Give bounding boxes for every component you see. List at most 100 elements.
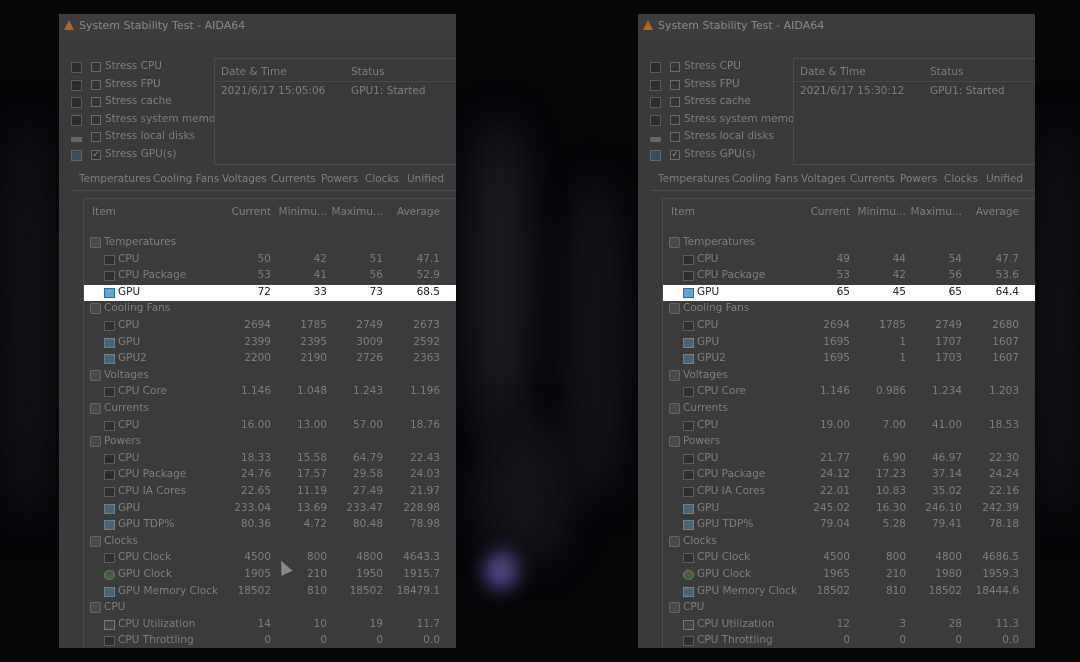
table-row[interactable]: GPU Clock 1905 210 1950 1915.7 bbox=[84, 567, 456, 584]
table-row[interactable]: CPU 19.00 7.00 41.00 18.53 bbox=[663, 418, 1035, 435]
stress-option[interactable]: ✓ Stress GPU(s) bbox=[71, 148, 216, 164]
table-row[interactable]: CPU Utilization 14 10 19 11.7 bbox=[84, 617, 456, 634]
table-row[interactable]: CPU IA Cores 22.01 10.83 35.02 22.16 bbox=[663, 484, 1035, 501]
stress-option[interactable]: Stress local disks bbox=[650, 130, 795, 146]
stress-option[interactable]: ✓ Stress GPU(s) bbox=[650, 148, 795, 164]
category-row[interactable]: Currents bbox=[663, 401, 1035, 418]
category-row[interactable]: CPU bbox=[663, 600, 1035, 617]
column-header-average[interactable]: Average bbox=[976, 206, 1019, 218]
column-header-maximum[interactable]: Maximu... bbox=[910, 206, 962, 218]
table-row[interactable]: CPU Core 1.146 0.986 1.234 1.203 bbox=[663, 384, 1035, 401]
table-row[interactable]: GPU 245.02 16.30 246.10 242.39 bbox=[663, 501, 1035, 518]
stress-option[interactable]: Stress system memory bbox=[650, 113, 805, 129]
tab-clocks[interactable]: Clocks bbox=[365, 173, 399, 185]
column-header-item[interactable]: Item bbox=[671, 206, 695, 218]
tab-voltages[interactable]: Voltages bbox=[801, 173, 846, 185]
category-row[interactable]: CPU bbox=[84, 600, 456, 617]
tab-powers[interactable]: Powers bbox=[321, 173, 358, 185]
table-row[interactable]: CPU 50 42 51 47.1 bbox=[84, 252, 456, 269]
checkbox[interactable] bbox=[670, 62, 680, 72]
category-row[interactable]: Temperatures bbox=[84, 235, 456, 252]
table-row[interactable]: CPU 2694 1785 2749 2680 bbox=[663, 318, 1035, 335]
table-row[interactable]: CPU Package 53 42 56 53.6 bbox=[663, 268, 1035, 285]
table-row[interactable]: CPU Throttling 0 0 0 0.0 bbox=[663, 633, 1035, 648]
category-row[interactable]: Voltages bbox=[663, 368, 1035, 385]
stress-option[interactable]: Stress local disks bbox=[71, 130, 216, 146]
table-row[interactable]: GPU2 1695 1 1703 1607 bbox=[663, 351, 1035, 368]
tab-clocks[interactable]: Clocks bbox=[944, 173, 978, 185]
tab-powers[interactable]: Powers bbox=[900, 173, 937, 185]
column-header-average[interactable]: Average bbox=[397, 206, 440, 218]
column-header-current[interactable]: Current bbox=[811, 206, 850, 218]
category-row[interactable]: Cooling Fans bbox=[84, 301, 456, 318]
table-row[interactable]: GPU 65 45 65 64.4 bbox=[663, 284, 1035, 302]
thermometer-icon bbox=[90, 237, 101, 248]
maximum-value: 73 bbox=[369, 285, 383, 298]
checkbox[interactable] bbox=[91, 79, 101, 90]
checkbox[interactable] bbox=[91, 97, 101, 107]
table-row[interactable]: CPU Utilization 12 3 28 11.3 bbox=[663, 617, 1035, 634]
checkbox[interactable]: ✓ bbox=[670, 149, 680, 160]
stress-option[interactable]: Stress cache bbox=[650, 95, 795, 111]
stress-option[interactable]: Stress FPU bbox=[71, 78, 216, 94]
table-row[interactable]: CPU Package 24.12 17.23 37.14 24.24 bbox=[663, 467, 1035, 484]
tab-temperatures[interactable]: Temperatures bbox=[79, 173, 151, 185]
checkbox[interactable] bbox=[670, 79, 680, 90]
checkbox[interactable] bbox=[91, 62, 101, 72]
tab-temperatures[interactable]: Temperatures bbox=[658, 173, 730, 185]
tab-cooling-fans[interactable]: Cooling Fans bbox=[153, 173, 219, 185]
stress-option[interactable]: Stress FPU bbox=[650, 78, 795, 94]
category-row[interactable]: Powers bbox=[663, 434, 1035, 451]
checkbox[interactable] bbox=[670, 114, 680, 125]
table-row[interactable]: GPU Clock 1965 210 1980 1959.3 bbox=[663, 567, 1035, 584]
checkbox[interactable] bbox=[91, 114, 101, 125]
column-header-current[interactable]: Current bbox=[232, 206, 271, 218]
category-row[interactable]: Powers bbox=[84, 434, 456, 451]
tab-unified[interactable]: Unified bbox=[986, 173, 1023, 185]
column-header-minimum[interactable]: Minimu... bbox=[858, 206, 906, 218]
table-row[interactable]: GPU TDP% 79.04 5.28 79.41 78.18 bbox=[663, 517, 1035, 534]
table-row[interactable]: GPU 233.04 13.69 233.47 228.98 bbox=[84, 501, 456, 518]
table-row[interactable]: CPU 18.33 15.58 64.79 22.43 bbox=[84, 451, 456, 468]
table-row[interactable]: CPU Package 24.76 17.57 29.58 24.03 bbox=[84, 467, 456, 484]
tab-unified[interactable]: Unified bbox=[407, 173, 444, 185]
table-row[interactable]: CPU 49 44 54 47.7 bbox=[663, 252, 1035, 269]
checkbox[interactable]: ✓ bbox=[91, 149, 101, 160]
tab-currents[interactable]: Currents bbox=[850, 173, 895, 185]
category-row[interactable]: Cooling Fans bbox=[663, 301, 1035, 318]
tab-cooling-fans[interactable]: Cooling Fans bbox=[732, 173, 798, 185]
table-row[interactable]: GPU 1695 1 1707 1607 bbox=[663, 335, 1035, 352]
stress-option[interactable]: Stress CPU bbox=[71, 60, 216, 76]
table-row[interactable]: CPU 16.00 13.00 57.00 18.76 bbox=[84, 418, 456, 435]
table-row[interactable]: GPU 72 33 73 68.5 bbox=[84, 284, 456, 302]
table-row[interactable]: GPU TDP% 80.36 4.72 80.48 78.98 bbox=[84, 517, 456, 534]
table-row[interactable]: CPU Throttling 0 0 0 0.0 bbox=[84, 633, 456, 648]
stress-option[interactable]: Stress system memory bbox=[71, 113, 226, 129]
checkbox[interactable] bbox=[670, 97, 680, 107]
category-row[interactable]: Voltages bbox=[84, 368, 456, 385]
table-row[interactable]: CPU 2694 1785 2749 2673 bbox=[84, 318, 456, 335]
checkbox[interactable] bbox=[670, 132, 680, 142]
stress-option[interactable]: Stress cache bbox=[71, 95, 216, 111]
table-row[interactable]: CPU Core 1.146 1.048 1.243 1.196 bbox=[84, 384, 456, 401]
column-header-item[interactable]: Item bbox=[92, 206, 116, 218]
stress-option[interactable]: Stress CPU bbox=[650, 60, 795, 76]
table-row[interactable]: GPU 2399 2395 3009 2592 bbox=[84, 335, 456, 352]
column-header-minimum[interactable]: Minimu... bbox=[279, 206, 327, 218]
table-row[interactable]: GPU2 2200 2190 2726 2363 bbox=[84, 351, 456, 368]
table-row[interactable]: CPU 21.77 6.90 46.97 22.30 bbox=[663, 451, 1035, 468]
table-row[interactable]: CPU Package 53 41 56 52.9 bbox=[84, 268, 456, 285]
category-row[interactable]: Clocks bbox=[84, 534, 456, 551]
checkbox[interactable] bbox=[91, 132, 101, 142]
category-row[interactable]: Temperatures bbox=[663, 235, 1035, 252]
table-row[interactable]: CPU Clock 4500 800 4800 4643.3 bbox=[84, 550, 456, 567]
column-header-maximum[interactable]: Maximu... bbox=[331, 206, 383, 218]
category-row[interactable]: Currents bbox=[84, 401, 456, 418]
tab-currents[interactable]: Currents bbox=[271, 173, 316, 185]
table-row[interactable]: CPU IA Cores 22.65 11.19 27.49 21.97 bbox=[84, 484, 456, 501]
category-row[interactable]: Clocks bbox=[663, 534, 1035, 551]
tab-voltages[interactable]: Voltages bbox=[222, 173, 267, 185]
table-row[interactable]: GPU Memory Clock 18502 810 18502 18479.1 bbox=[84, 584, 456, 601]
table-row[interactable]: GPU Memory Clock 18502 810 18502 18444.6 bbox=[663, 584, 1035, 601]
table-row[interactable]: CPU Clock 4500 800 4800 4686.5 bbox=[663, 550, 1035, 567]
